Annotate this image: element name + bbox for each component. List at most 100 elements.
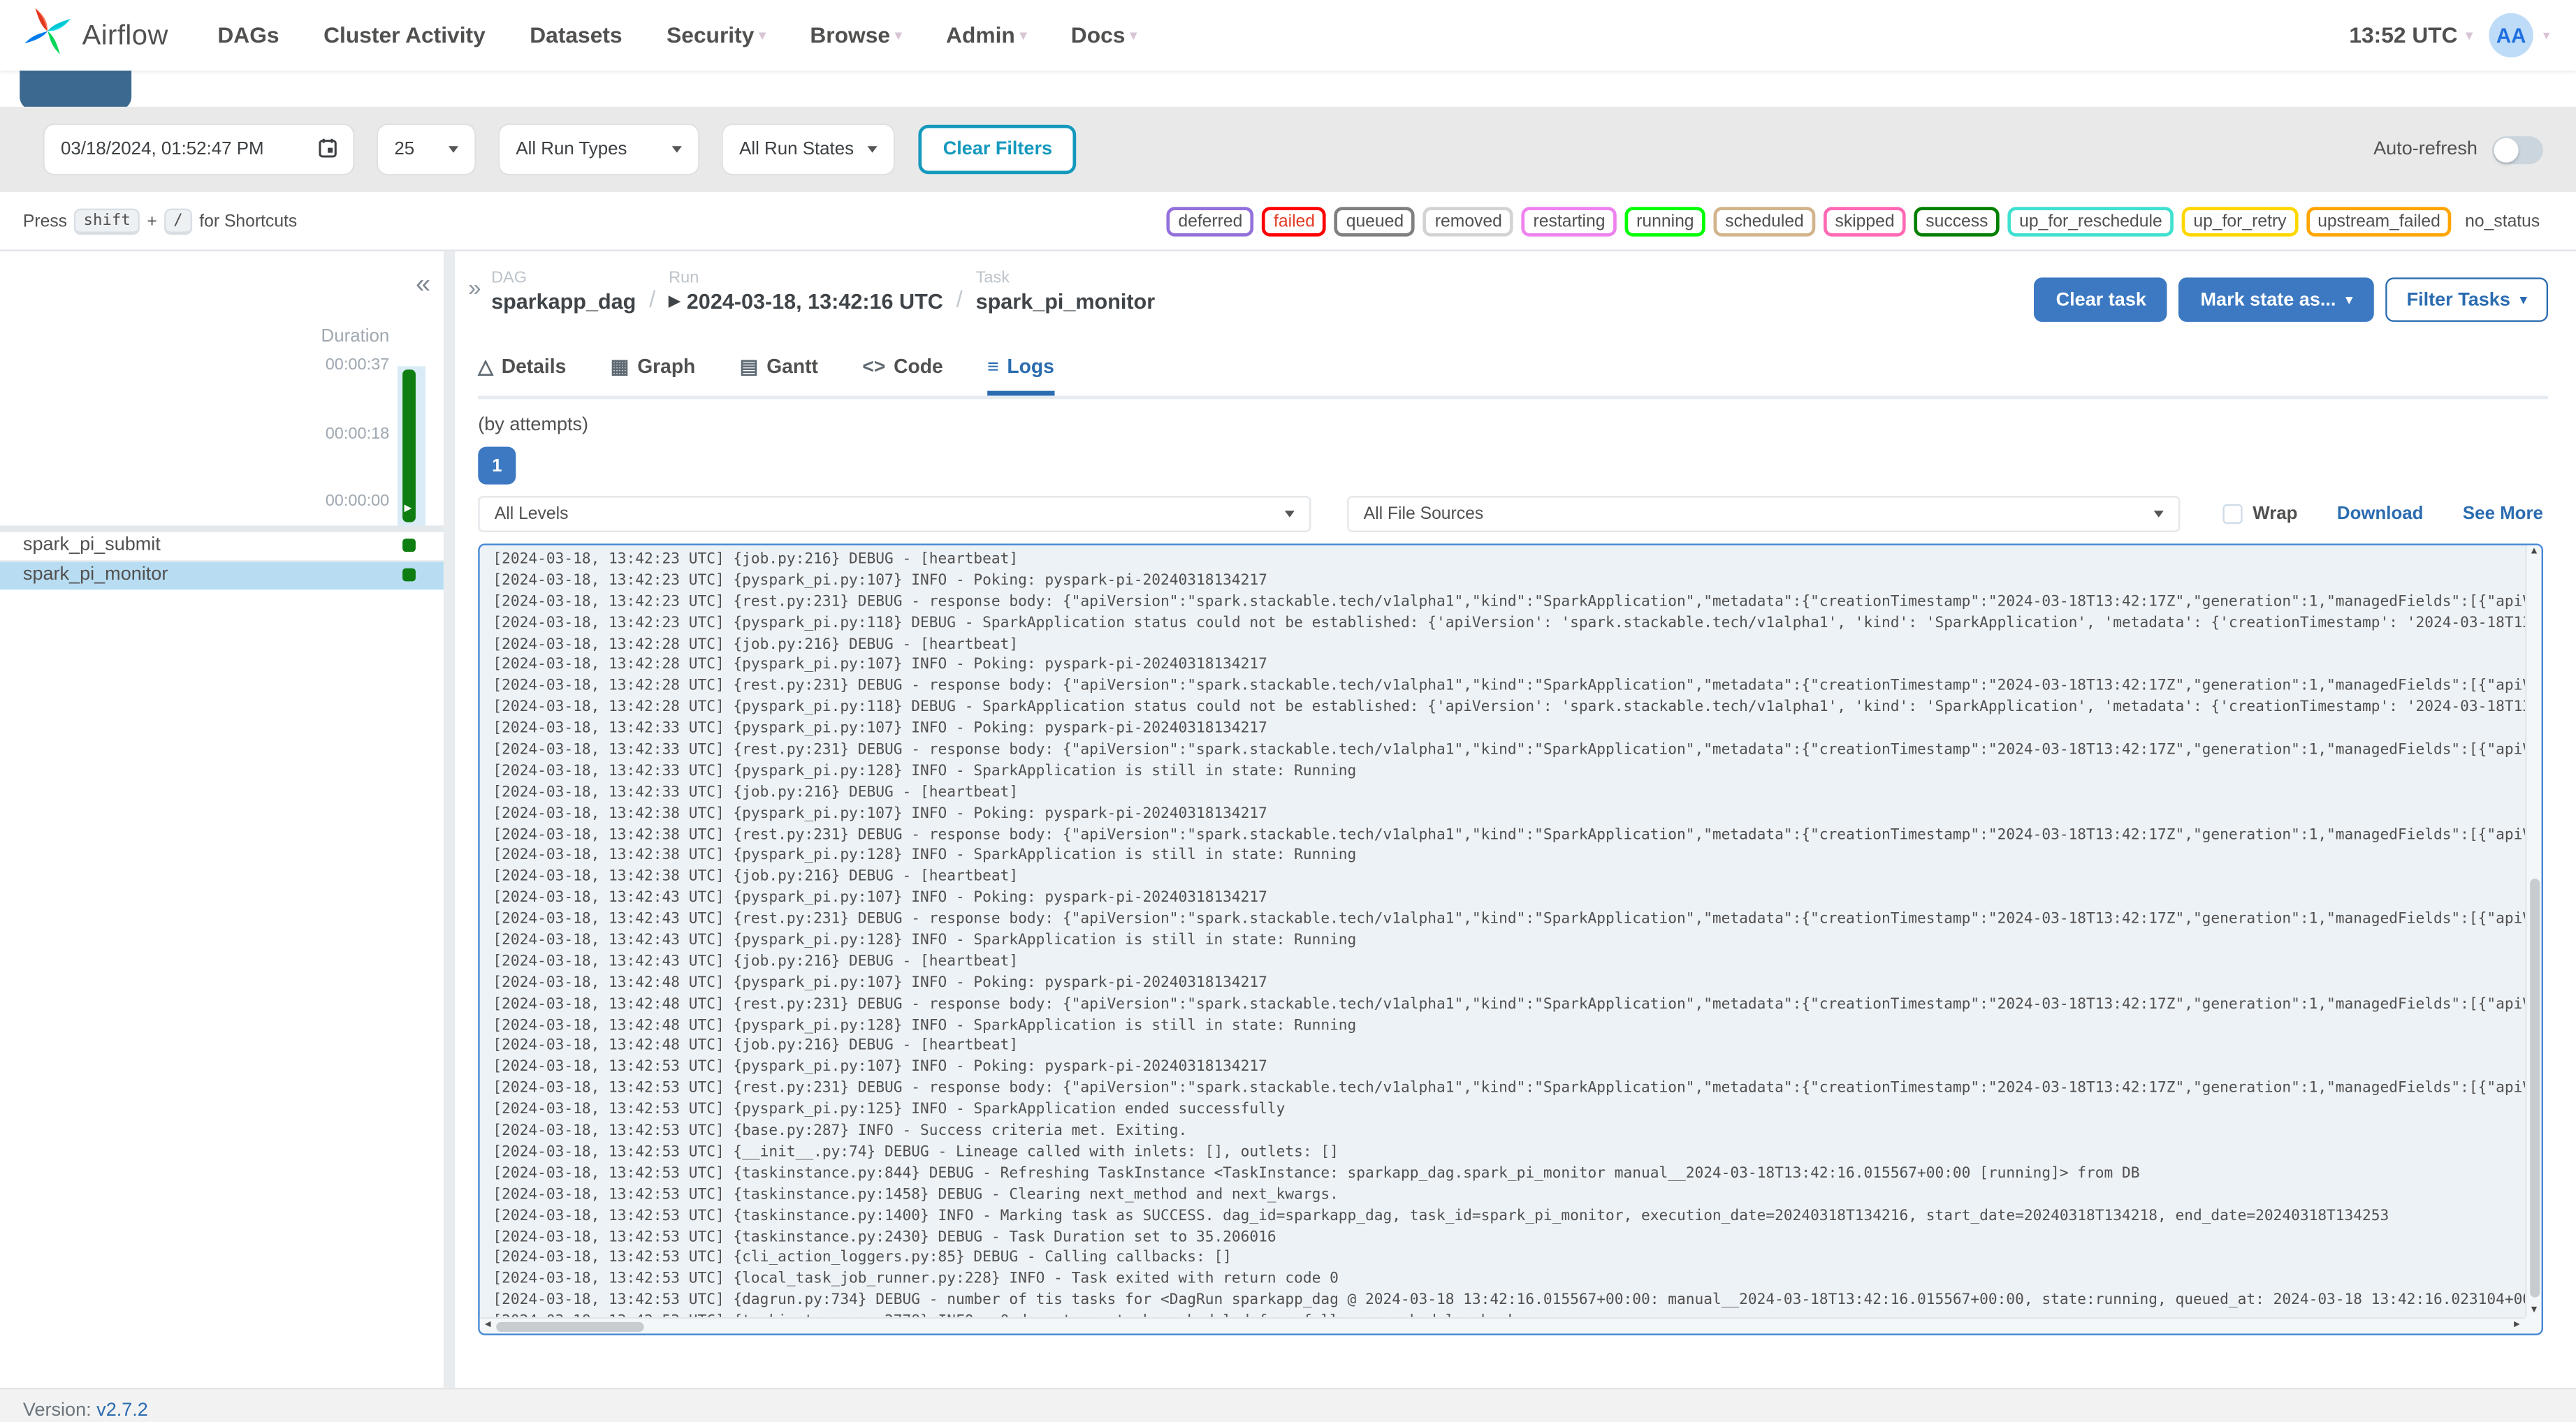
file-source-select[interactable]: All File Sources (1347, 496, 2181, 532)
chevron-down-icon: ▾ (2466, 27, 2473, 43)
run-states-value: All Run States (739, 139, 854, 160)
chevron-down-icon: ▾ (2345, 292, 2352, 307)
status-badge[interactable]: restarting (1522, 207, 1617, 237)
horizontal-scrollbar-thumb[interactable] (496, 1321, 644, 1331)
filter-bar: 03/18/2024, 01:52:47 PM 25 All Run Types… (0, 106, 2576, 193)
filter-tasks-button[interactable]: Filter Tasks ▾ (2385, 277, 2549, 322)
log-level-select[interactable]: All Levels (478, 496, 1311, 532)
log-line: [2024-03-18, 13:42:28 UTC] {rest.py:231}… (493, 678, 2525, 696)
log-line: [2024-03-18, 13:42:33 UTC] {pyspark_pi.p… (493, 721, 1267, 738)
nav-menu-item[interactable]: Admin ▾ (946, 23, 1026, 47)
log-line: [2024-03-18, 13:42:48 UTC] {job.py:216} … (493, 1039, 1019, 1055)
calendar-icon[interactable] (319, 137, 337, 161)
status-badge[interactable]: skipped (1824, 207, 1907, 237)
clock-menu[interactable]: 13:52 UTC ▾ (2349, 23, 2472, 47)
breadcrumb-separator: / (649, 286, 656, 312)
shift-key: shift (73, 208, 140, 235)
run-states-select[interactable]: All Run States (722, 124, 894, 175)
log-line: [2024-03-18, 13:42:23 UTC] {pyspark_pi.p… (493, 615, 2525, 632)
nav-menu-item[interactable]: Security ▾ (667, 23, 766, 47)
chevron-down-icon: ▾ (895, 27, 902, 43)
expand-panel-icon[interactable]: » (468, 274, 481, 301)
collapse-sidebar-icon[interactable]: « (416, 271, 430, 300)
scroll-up-icon[interactable]: ▲ (2526, 547, 2541, 557)
scroll-right-icon[interactable]: ► (2512, 1321, 2522, 1331)
nav-menu-item[interactable]: Docs ▾ (1071, 23, 1137, 47)
task-status-square[interactable] (402, 567, 416, 581)
task-row[interactable]: spark_pi_monitor (0, 561, 444, 590)
mark-state-as-button[interactable]: Mark state as... ▾ (2178, 277, 2374, 322)
dag-run-duration-bar[interactable] (402, 369, 416, 522)
airflow-brand[interactable]: Airflow (23, 6, 168, 64)
chevron-down-icon (671, 146, 682, 153)
base-date-input[interactable]: 03/18/2024, 01:52:47 PM (44, 124, 354, 175)
page-size-select[interactable]: 25 (377, 124, 475, 175)
scroll-down-icon[interactable]: ▼ (2526, 1305, 2541, 1315)
file-source-value: All File Sources (1363, 504, 1484, 525)
run-id: ▶ 2024-03-18, 13:42:16 UTC (669, 288, 943, 314)
attempt-1-button[interactable]: 1 (478, 446, 516, 485)
wrap-checkbox[interactable] (2222, 504, 2243, 525)
nav-menu: DAGs Cluster Activity Datasets Security … (217, 23, 1137, 47)
status-badge[interactable]: up_for_reschedule (2007, 207, 2174, 237)
log-controls: All Levels All File Sources Wrap Downloa… (478, 496, 2543, 532)
see-more-link[interactable]: See More (2463, 504, 2543, 524)
version-label: Version: (22, 1400, 92, 1421)
status-badge[interactable]: scheduled (1713, 207, 1816, 237)
breadcrumb-task[interactable]: Task spark_pi_monitor (976, 270, 1156, 314)
auto-refresh-toggle[interactable] (2492, 135, 2543, 163)
scrollbar-corner (2525, 1317, 2542, 1334)
status-badge[interactable]: success (1914, 207, 2000, 237)
nav-menu-item[interactable]: DAGs (217, 23, 279, 47)
tab[interactable]: ▦ Graph (611, 350, 696, 396)
tab[interactable]: ≡ Logs (987, 350, 1054, 396)
log-line: [2024-03-18, 13:42:53 UTC] {pyspark_pi.p… (493, 1102, 1286, 1119)
chevron-down-icon: ▾ (759, 27, 766, 43)
task-row[interactable]: spark_pi_submit (0, 532, 444, 562)
tab[interactable]: <> Code (862, 350, 943, 396)
grid-button-partial[interactable] (20, 71, 132, 110)
horizontal-scrollbar[interactable]: ◄ ► (479, 1317, 2526, 1334)
plus-text: + (147, 212, 157, 232)
dag-label: DAG (491, 269, 527, 288)
panel-splitter[interactable] (443, 251, 456, 1388)
tab[interactable]: ▤ Gantt (740, 350, 818, 396)
vertical-scrollbar-thumb[interactable] (2528, 878, 2540, 1298)
breadcrumb-run[interactable]: Run ▶ 2024-03-18, 13:42:16 UTC (669, 270, 943, 314)
navbar: Airflow DAGs Cluster Activity Datasets S… (0, 0, 2576, 71)
download-link[interactable]: Download (2337, 504, 2424, 524)
run-types-select[interactable]: All Run Types (499, 124, 699, 175)
clear-filters-button[interactable]: Clear Filters (918, 124, 1077, 175)
status-badge[interactable]: up_for_retry (2181, 207, 2298, 237)
legend-bar: Press shift + / for Shortcuts deferred fa… (0, 197, 2576, 247)
log-line: [2024-03-18, 13:42:23 UTC] {job.py:216} … (493, 552, 1019, 569)
status-badge[interactable]: no_status (2460, 210, 2540, 233)
version-link[interactable]: v2.7.2 (96, 1401, 148, 1421)
tab-label: Gantt (766, 353, 818, 377)
nav-menu-item[interactable]: Cluster Activity (323, 23, 486, 47)
task-status-square[interactable] (402, 538, 416, 552)
clear-task-button[interactable]: Clear task (2035, 277, 2168, 322)
breadcrumb-dag[interactable]: DAG sparkapp_dag (491, 270, 636, 314)
nav-menu-item[interactable]: Browse ▾ (810, 23, 901, 47)
status-badge[interactable]: deferred (1166, 207, 1254, 237)
log-line: [2024-03-18, 13:42:33 UTC] {job.py:216} … (493, 784, 1019, 802)
log-line: [2024-03-18, 13:42:38 UTC] {pyspark_pi.p… (493, 805, 1267, 823)
status-badge[interactable]: removed (1423, 207, 1514, 237)
scroll-left-icon[interactable]: ◄ (483, 1321, 493, 1331)
status-badge[interactable]: failed (1262, 207, 1327, 237)
status-badge[interactable]: running (1624, 207, 1706, 237)
user-menu[interactable]: AA ▾ (2489, 13, 2549, 58)
nav-menu-item[interactable]: Datasets (530, 23, 622, 47)
tab-label: Graph (637, 353, 696, 377)
duration-tick: 00:00:18 (325, 425, 390, 444)
vertical-scrollbar[interactable]: ▲ ▼ (2525, 545, 2542, 1317)
status-badge[interactable]: queued (1334, 207, 1416, 237)
log-line: [2024-03-18, 13:42:23 UTC] {pyspark_pi.p… (493, 573, 1267, 589)
log-line: [2024-03-18, 13:42:38 UTC] {job.py:216} … (493, 869, 1019, 886)
clock-value: 13:52 UTC (2349, 22, 2458, 48)
dag-id: sparkapp_dag (491, 288, 636, 314)
tab[interactable]: △ Details (478, 350, 566, 396)
status-badge[interactable]: upstream_failed (2306, 207, 2452, 237)
chevron-down-icon (867, 146, 878, 153)
